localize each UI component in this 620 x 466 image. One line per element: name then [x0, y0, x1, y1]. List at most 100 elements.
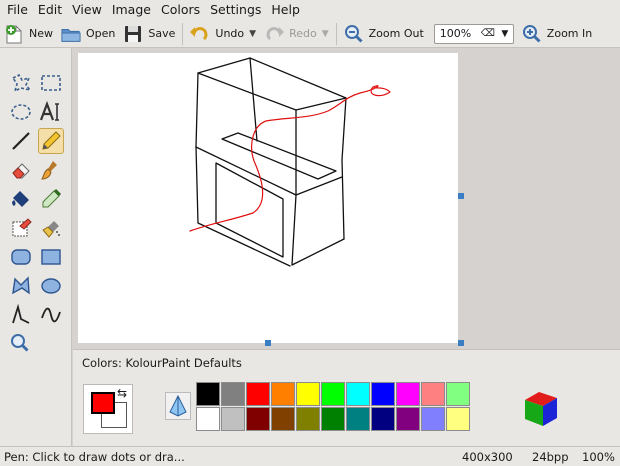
status-zoom: 100%: [582, 450, 615, 464]
ellipse-tool[interactable]: [38, 273, 64, 299]
undo-dropdown-icon[interactable]: ▼: [249, 29, 256, 39]
rectangular-selection-icon: [41, 75, 61, 91]
save-label: Save: [148, 27, 176, 40]
palette-swatch[interactable]: [371, 382, 395, 406]
new-button[interactable]: New: [0, 21, 57, 47]
palette-swatch[interactable]: [371, 407, 395, 431]
menu-view[interactable]: View: [67, 0, 107, 20]
pen-tool[interactable]: [38, 128, 64, 154]
palette-swatch[interactable]: [296, 382, 320, 406]
spraycan-tool[interactable]: [38, 215, 64, 241]
polygon-tool[interactable]: [8, 273, 34, 299]
connected-lines-tool[interactable]: [8, 302, 34, 328]
menu-bar: File Edit View Image Colors Settings Hel…: [0, 0, 620, 20]
undo-arrow-icon: [190, 24, 210, 44]
zoom-value: 100%: [439, 27, 472, 40]
transparency-cone-icon: [169, 395, 187, 417]
brush-tool[interactable]: [38, 157, 64, 183]
palette-swatch[interactable]: [271, 407, 295, 431]
palette-swatch[interactable]: [321, 407, 345, 431]
palette-swatch[interactable]: [221, 407, 245, 431]
menu-image[interactable]: Image: [107, 0, 156, 20]
palette-swatch[interactable]: [446, 382, 470, 406]
curve-icon: [41, 307, 61, 323]
rectangle-tool[interactable]: [38, 244, 64, 270]
zoom-in-icon: [522, 24, 542, 44]
colors-prefix: Colors:: [82, 356, 126, 370]
toolbar-separator: [182, 22, 184, 45]
palette-swatch[interactable]: [421, 407, 445, 431]
swap-colors-icon[interactable]: ⇆: [117, 386, 127, 400]
palette-swatch[interactable]: [421, 382, 445, 406]
new-document-icon: [4, 24, 24, 44]
elliptical-selection-icon: [11, 104, 31, 120]
color-picker-tool[interactable]: [38, 186, 64, 212]
eraser-tool[interactable]: [8, 157, 34, 183]
curve-tool[interactable]: [38, 302, 64, 328]
text-tool[interactable]: [38, 99, 64, 125]
palette-swatch[interactable]: [346, 382, 370, 406]
free-form-selection-icon: [11, 73, 32, 93]
transparency-mode-button[interactable]: [165, 392, 191, 420]
chevron-down-icon[interactable]: ▼: [497, 29, 513, 39]
zoom-out-button[interactable]: Zoom Out: [340, 21, 428, 47]
color-palette: [196, 382, 470, 431]
zoom-in-button[interactable]: Zoom In: [518, 21, 596, 47]
drawing-canvas[interactable]: [78, 53, 458, 343]
eraser-icon: [12, 163, 30, 179]
flood-fill-tool[interactable]: [8, 186, 34, 212]
undo-label: Undo: [215, 27, 245, 40]
resize-handle-right[interactable]: [458, 193, 464, 199]
menu-settings[interactable]: Settings: [205, 0, 266, 20]
resize-handle-bottom[interactable]: [265, 340, 271, 346]
palette-swatch[interactable]: [396, 382, 420, 406]
color-box: Colors: KolourPaint Defaults ⇆: [73, 349, 620, 446]
foreground-background-selector[interactable]: ⇆: [83, 384, 133, 434]
save-button[interactable]: Save: [119, 21, 179, 47]
open-folder-icon: [61, 24, 81, 44]
rectangle-icon: [41, 249, 61, 265]
elliptical-selection-tool[interactable]: [8, 99, 34, 125]
palette-swatch[interactable]: [446, 407, 470, 431]
palette-swatch[interactable]: [396, 407, 420, 431]
redo-label: Redo: [289, 27, 317, 40]
palette-swatch[interactable]: [296, 407, 320, 431]
open-button[interactable]: Open: [57, 21, 119, 47]
redo-button[interactable]: Redo ▼: [260, 21, 333, 47]
line-icon: [12, 132, 30, 150]
clear-text-icon[interactable]: ⌫: [481, 28, 497, 39]
palette-swatch[interactable]: [246, 382, 270, 406]
line-tool[interactable]: [8, 128, 34, 154]
palette-swatch[interactable]: [346, 407, 370, 431]
status-message: Pen: Click to draw dots or dra...: [4, 450, 185, 464]
menu-edit[interactable]: Edit: [33, 0, 67, 20]
palette-swatch[interactable]: [246, 407, 270, 431]
toolbar-separator: [335, 22, 337, 45]
color-similarity-cube-icon[interactable]: [521, 388, 561, 433]
palette-swatch[interactable]: [196, 382, 220, 406]
menu-file[interactable]: File: [2, 0, 33, 20]
rectangular-selection-tool[interactable]: [38, 70, 64, 96]
menu-colors[interactable]: Colors: [156, 0, 205, 20]
color-box-title: Colors: KolourPaint Defaults: [82, 356, 242, 370]
menu-help[interactable]: Help: [266, 0, 305, 20]
foreground-color-swatch[interactable]: [91, 392, 115, 414]
undo-button[interactable]: Undo ▼: [186, 21, 260, 47]
zoom-combobox[interactable]: 100% ⌫ ▼: [433, 23, 514, 44]
palette-name: KolourPaint Defaults: [125, 356, 242, 370]
free-form-selection-tool[interactable]: [8, 70, 34, 96]
redo-dropdown-icon[interactable]: ▼: [322, 29, 329, 39]
palette-swatch[interactable]: [221, 382, 245, 406]
color-eraser-tool[interactable]: [8, 215, 34, 241]
palette-swatch[interactable]: [321, 382, 345, 406]
main-toolbar: New Open Save Undo ▼ Redo ▼ Zoom Out 100…: [0, 20, 620, 48]
palette-swatch[interactable]: [271, 382, 295, 406]
flood-fill-icon: [12, 191, 29, 207]
canvas-drawing: [189, 57, 391, 267]
rounded-rectangle-tool[interactable]: [8, 244, 34, 270]
canvas-scroll-area[interactable]: [73, 48, 620, 348]
color-depth: 24bpp: [532, 450, 569, 464]
palette-swatch[interactable]: [196, 407, 220, 431]
zoom-tool[interactable]: [8, 331, 34, 357]
resize-handle-corner[interactable]: [458, 340, 464, 346]
